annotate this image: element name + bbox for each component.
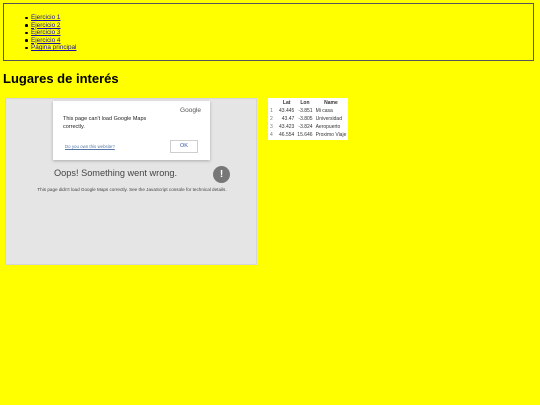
nav-item: Ejercicio 1 xyxy=(25,14,76,22)
name-cell: Proximo Viaje xyxy=(315,132,347,139)
row-index: 1 xyxy=(270,107,273,114)
lon-cell: -3.851 xyxy=(298,107,313,114)
nav-box: Ejercicio 1 Ejercicio 2 Ejercicio 3 Ejer… xyxy=(3,3,534,61)
row-index: 2 xyxy=(270,115,273,122)
lat-cell: 46.554 xyxy=(279,132,295,139)
nav-item: Ejercicio 2 xyxy=(25,22,76,30)
map-error-title: Oops! Something went wrong. xyxy=(54,168,178,178)
nav-link-pagina-principal[interactable]: Página principal xyxy=(31,44,76,51)
lon-cell: -3.824 xyxy=(298,123,313,130)
name-cell: Aeropuerto xyxy=(315,123,341,130)
column-header: Lon xyxy=(300,99,310,106)
dialog-message: This page can't load Google Maps correct… xyxy=(63,116,147,130)
name-cell: Mi casa xyxy=(315,107,333,114)
table-row: 1 43.445 -3.851 Mi casa xyxy=(269,107,347,114)
page-title: Lugares de interés xyxy=(3,71,119,86)
lat-cell: 43.445 xyxy=(279,107,295,114)
map-container[interactable]: Google This page can't load Google Maps … xyxy=(5,98,257,265)
table-row: 2 43.47 -3.805 Universidad xyxy=(269,115,347,122)
nav-link-ejercicio-3[interactable]: Ejercicio 3 xyxy=(31,29,60,36)
nav-link-ejercicio-4[interactable]: Ejercicio 4 xyxy=(31,37,60,44)
lon-cell: 15.646 xyxy=(297,132,313,139)
table-header-row: Lat Lon Name xyxy=(269,99,347,106)
nav-item: Ejercicio 3 xyxy=(25,29,76,37)
exclamation-circle-icon: ! xyxy=(213,166,230,183)
column-header xyxy=(269,99,277,106)
places-table: Lat Lon Name 1 43.445 -3.851 Mi casa 2 4… xyxy=(268,98,349,140)
table-row: 4 46.554 15.646 Proximo Viaje xyxy=(269,132,347,139)
name-cell: Universidad xyxy=(315,115,342,122)
row-index: 4 xyxy=(270,132,273,139)
own-website-link[interactable]: Do you own this website? xyxy=(65,144,115,149)
nav-item: Ejercicio 4 xyxy=(25,37,76,45)
places-table-wrap: Lat Lon Name 1 43.445 -3.851 Mi casa 2 4… xyxy=(268,98,349,140)
lat-cell: 43.47 xyxy=(281,115,295,122)
row-index: 3 xyxy=(270,123,273,130)
google-logo: Google xyxy=(180,107,201,114)
nav-link-ejercicio-2[interactable]: Ejercicio 2 xyxy=(31,22,60,29)
nav-list: Ejercicio 1 Ejercicio 2 Ejercicio 3 Ejer… xyxy=(25,14,76,52)
nav-item: Página principal xyxy=(25,44,76,52)
map-error-dialog: Google This page can't load Google Maps … xyxy=(53,101,210,160)
nav-link-ejercicio-1[interactable]: Ejercicio 1 xyxy=(31,14,60,21)
table-row: 3 43.423 -3.824 Aeropuerto xyxy=(269,123,347,130)
ok-button[interactable]: OK xyxy=(170,140,198,153)
map-error-detail: This page didn't load Google Maps correc… xyxy=(37,187,227,192)
lat-cell: 43.423 xyxy=(279,123,295,130)
column-header: Lat xyxy=(282,99,291,106)
lon-cell: -3.805 xyxy=(298,115,313,122)
column-header: Name xyxy=(324,99,338,106)
